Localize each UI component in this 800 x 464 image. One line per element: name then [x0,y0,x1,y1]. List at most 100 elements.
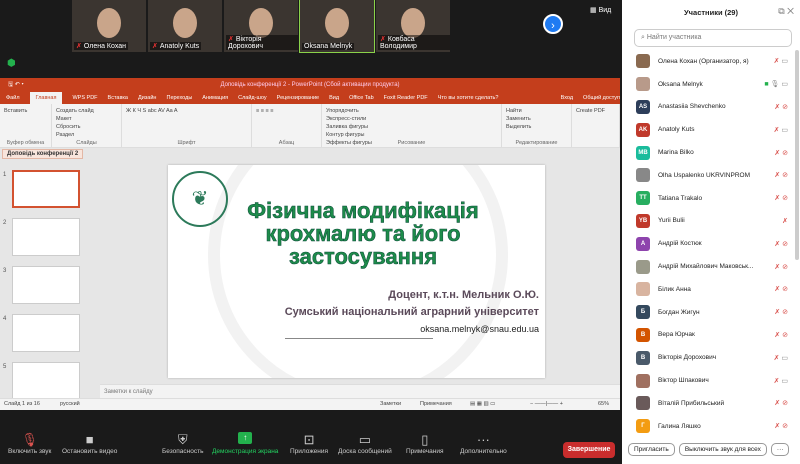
ribbon-command[interactable]: Упорядочить [326,107,497,115]
ribbon-tab[interactable]: Анимация [202,92,228,104]
ribbon-tab[interactable]: Вид [329,92,339,104]
ribbon-command[interactable]: Контур фигуры [326,131,497,139]
participant-row[interactable]: А Андрій Костюк ✗ ⊘ [622,232,792,255]
mic-camera-icons[interactable]: ✗ ⊘ [774,308,788,316]
ribbon-tab[interactable]: Что вы хотите сделать? [438,92,499,104]
document-tab[interactable]: Доповідь конференції 2 [2,149,84,159]
ribbon-command[interactable]: Найти [506,107,567,115]
mic-camera-icons[interactable]: ✗ ⊘ [774,422,788,430]
participant-row[interactable]: Віктор Шпакович ✗ ▭ [622,369,792,392]
ribbon-tab[interactable]: Рецензирование [277,92,319,104]
ribbon-command[interactable]: Экспресс-стили [326,115,497,123]
ribbon-command[interactable]: Вставить [4,107,47,115]
mic-camera-icons[interactable]: ✗ ⊘ [774,149,788,157]
video-tile[interactable]: ✗ Anatoly Kuts [148,0,222,52]
ribbon-command[interactable]: Создать слайд [56,107,117,115]
ribbon-command[interactable]: Макет [56,115,117,123]
slide-thumbnail[interactable] [12,362,80,400]
comments-toggle[interactable]: Примечания [420,399,452,410]
end-meeting-button[interactable]: Завершение [563,442,615,458]
mute-all-button[interactable]: Выключить звук для всех [678,443,767,456]
participant-row[interactable]: Олена Кохан (Организатор, я) ✗ ▭ [622,50,792,73]
participant-search-input[interactable]: ⌕ Найти участника [634,29,792,47]
quick-access-icons[interactable]: 🖫 ↶ ▾ [8,78,24,92]
view-button[interactable]: ▦ Вид [590,6,611,14]
view-mode-icons[interactable]: ▤ ▦ ▥ ▭ [470,399,495,410]
mic-camera-icons[interactable]: ✗ ⊘ [774,103,788,111]
slide-thumbnail[interactable] [12,314,80,352]
toolbar-button-7[interactable]: ··· Дополнительно [460,432,507,455]
mic-camera-icons[interactable]: ✗ ▭ [774,126,788,134]
ribbon-tab[interactable]: Переходы [166,92,192,104]
popout-close-icons[interactable]: ⧉ ✕ [778,6,794,17]
ribbon-command[interactable]: Ж К Ч S abc AV Aa A [126,107,247,115]
participant-row[interactable]: Б Богдан Жигун ✗ ⊘ [622,301,792,324]
participant-row[interactable]: YB Yurii Bulii ✗ [622,210,792,233]
slide-thumbnail[interactable] [12,266,80,304]
ribbon-tab[interactable]: Office Tab [349,92,374,104]
ribbon-command[interactable]: Сбросить [56,123,117,131]
language[interactable]: русский [60,399,80,410]
zoom-slider[interactable]: − ——|—— + [530,399,563,410]
ribbon-tab[interactable]: WPS PDF [72,92,97,104]
mic-camera-icons[interactable]: ✗ ⊘ [774,263,788,271]
more-options-button[interactable]: ··· [770,443,790,456]
ribbon-tab[interactable]: Дизайн [138,92,157,104]
mic-camera-icons[interactable]: ✗ ⊘ [774,331,788,339]
ribbon-tab[interactable]: Слайд-шоу [238,92,267,104]
invite-button[interactable]: Пригласить [628,443,675,456]
toolbar-button-4[interactable]: ⊡ Приложения [290,432,328,455]
participant-row[interactable]: Oksana Melnyk ■ 🎙 ▭ [622,73,792,96]
participant-row[interactable]: AS Anastasiia Shevchenko ✗ ⊘ [622,96,792,119]
participant-row[interactable]: AK Anatoly Kuts ✗ ▭ [622,118,792,141]
ribbon-command[interactable]: Заменить [506,115,567,123]
video-tile[interactable]: ✗ Вікторія Дорохович [224,0,298,52]
toolbar-button-1[interactable]: ■ Остановить видео [62,432,117,455]
participant-row[interactable]: Olha Uspalenko UKRVINPROM ✗ ⊘ [622,164,792,187]
video-tile[interactable]: ✗ Олена Кохан [72,0,146,52]
toolbar-button-3[interactable]: ↑ Демонстрация экрана [212,432,278,455]
ribbon-command[interactable]: Create PDF [576,107,615,115]
video-tile[interactable]: ✗ Ковбаса Володимир [376,0,450,52]
toolbar-button-0[interactable]: 🎙 Включить звук [8,432,51,455]
participant-row[interactable]: Г Галина Ляшко ✗ ⊘ [622,415,792,438]
mic-camera-icons[interactable]: ✗ [782,217,788,225]
mic-camera-icons[interactable]: ✗ ⊘ [774,194,788,202]
toolbar-button-5[interactable]: ▭ Доска сообщений [338,432,392,455]
slide-thumbnail[interactable] [12,170,80,208]
mic-camera-icons[interactable]: ✗ ⊘ [774,285,788,293]
participant-row[interactable]: MB Marina Bilko ✗ ⊘ [622,141,792,164]
ribbon-tab[interactable]: Главная [29,92,63,104]
notes-pane[interactable]: Заметки к слайду [100,384,620,398]
participant-row[interactable]: В Вікторія Дорохович ✗ ▭ [622,346,792,369]
ribbon-tab[interactable]: Вставка [108,92,128,104]
ribbon-command[interactable]: ≡ ≡ ≡ ≡ [256,107,317,115]
participant-row[interactable]: Білик Анна ✗ ⊘ [622,278,792,301]
ribbon-tab[interactable]: Вход [561,92,573,104]
slide-editor[interactable]: ❦ Фізична модифікація крохмалю та його з… [100,165,620,384]
mic-camera-icons[interactable]: ✗ ▭ [774,57,788,65]
mic-camera-icons[interactable]: ■ 🎙 ▭ [764,80,788,88]
participant-row[interactable]: Андрій Михайлович Маковськ... ✗ ⊘ [622,255,792,278]
mic-camera-icons[interactable]: ✗ ⊘ [774,171,788,179]
notes-toggle[interactable]: Заметки [380,399,401,410]
ribbon-command[interactable]: Раздел [56,131,117,139]
mic-camera-icons[interactable]: ✗ ⊘ [774,399,788,407]
mic-camera-icons[interactable]: ✗ ▭ [774,354,788,362]
next-videos-button[interactable]: › [543,14,563,34]
scrollbar[interactable] [795,50,799,260]
mic-camera-icons[interactable]: ✗ ⊘ [774,240,788,248]
ribbon-tab[interactable]: Общий доступ [583,92,620,104]
ribbon-tab[interactable]: Foxit Reader PDF [384,92,428,104]
toolbar-button-6[interactable]: ▯ Примечания [406,432,444,455]
ribbon-command[interactable]: Заливка фигуры [326,123,497,131]
participant-row[interactable]: TT Tatiana Trakalo ✗ ⊘ [622,187,792,210]
participant-row[interactable]: Віталій Прибильський ✗ ⊘ [622,392,792,415]
slide-thumbnail[interactable] [12,218,80,256]
ribbon-tab[interactable]: Файл [6,92,20,104]
slide-canvas[interactable]: ❦ Фізична модифікація крохмалю та його з… [168,165,545,378]
mic-camera-icons[interactable]: ✗ ▭ [774,377,788,385]
toolbar-button-2[interactable]: ⛨ Безопасность [162,432,203,455]
participant-row[interactable]: В Вера Юрчак ✗ ⊘ [622,324,792,347]
encryption-shield-icon[interactable]: ⬢ [7,58,16,69]
